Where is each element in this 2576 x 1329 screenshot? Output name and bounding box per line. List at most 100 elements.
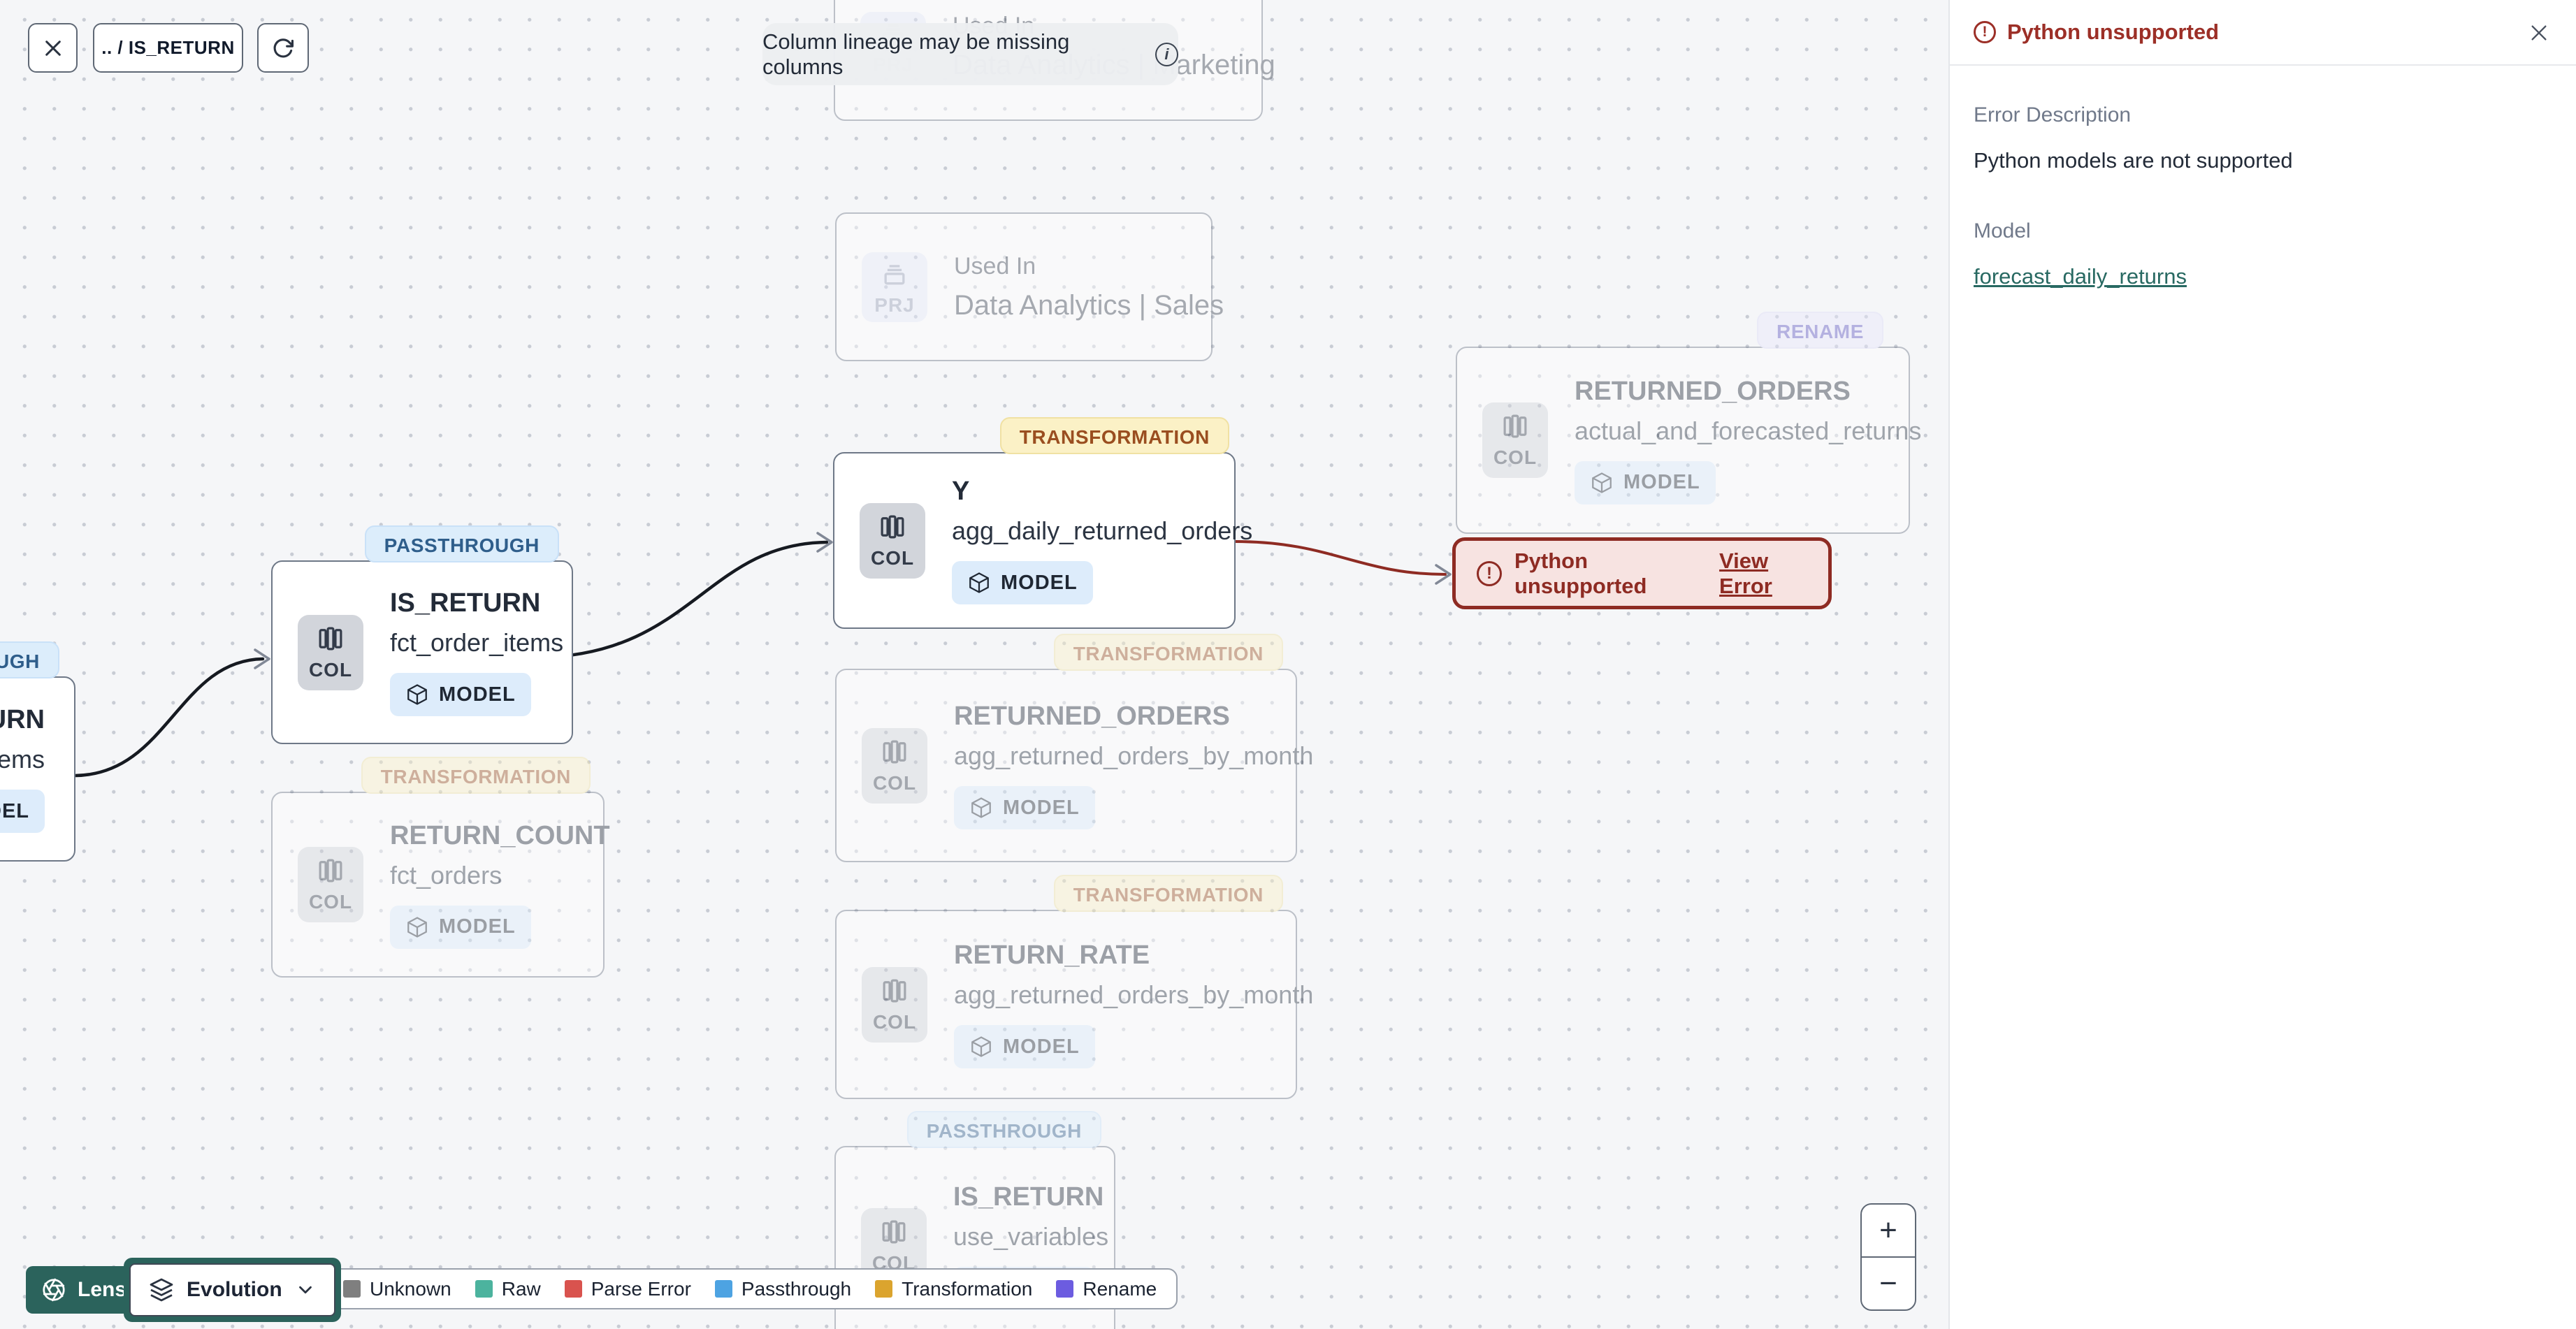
node-return-rate[interactable]: TRANSFORMATION COL RETURN_RATE agg_retur… [835, 875, 1313, 1099]
lens-selector[interactable]: Evolution [124, 1258, 341, 1322]
column-tag: COL [298, 614, 363, 690]
columns-icon [319, 627, 342, 650]
panel-body: Error Description Python models are not … [1950, 66, 2576, 327]
lineage-warning-banner: Column lineage may be missing columns i [762, 23, 1178, 85]
used-in-target: Data Analytics | Sales [954, 289, 1224, 321]
model-label: Model [1974, 219, 2031, 242]
layers-icon [150, 1278, 173, 1302]
error-details-panel: ! Python unsupported Error Description P… [1948, 0, 2576, 1329]
column-name: RETURNED_ORDERS [954, 702, 1230, 731]
legend-item-parse-error: Parse Error [564, 1278, 691, 1300]
transformation-badge: TRANSFORMATION [1053, 634, 1283, 671]
column-name: IS_RETURN [953, 1182, 1104, 1212]
transformation-badge: TRANSFORMATION [999, 417, 1229, 454]
model-name: fct_order_items [0, 745, 45, 774]
cube-icon [969, 572, 989, 593]
cube-icon [407, 684, 427, 705]
model-name: agg_daily_returned_orders [952, 516, 1253, 545]
legend-item-raw: Raw [475, 1278, 541, 1300]
column-name: RETURN_RATE [954, 941, 1150, 970]
column-name: IS_RETURN [390, 588, 541, 618]
legend-swatch [343, 1280, 361, 1298]
passthrough-badge: PASSTHROUGH [906, 1111, 1101, 1148]
model-name: agg_returned_orders_by_month [954, 741, 1314, 770]
columns-icon [319, 859, 342, 883]
model-chip: MODEL [1575, 460, 1716, 504]
panel-close-button[interactable] [2521, 15, 2556, 50]
model-name: fct_orders [390, 860, 502, 889]
model-name: actual_and_forecasted_returns [1575, 416, 1922, 445]
view-error-link[interactable]: View Error [1719, 549, 1807, 599]
cube-icon [1592, 472, 1612, 493]
refresh-button[interactable] [257, 23, 309, 73]
model-chip: MODEL [390, 673, 531, 716]
passthrough-badge: PASSTHROUGH [364, 525, 559, 562]
cube-icon [971, 1036, 991, 1057]
model-name: fct_order_items [390, 628, 564, 657]
rename-badge: RENAME [1757, 312, 1883, 349]
legend-swatch [1056, 1280, 1074, 1298]
zoom-controls: + − [1860, 1203, 1916, 1311]
alert-circle-icon: ! [1477, 560, 1502, 586]
error-description-label: Error Description [1974, 103, 2132, 126]
error-node-label: Python unsupported [1514, 548, 1647, 598]
columns-icon [881, 515, 904, 538]
model-chip: MODEL [0, 790, 45, 833]
aperture-icon [43, 1278, 65, 1302]
transformation-badge: TRANSFORMATION [361, 757, 591, 794]
project-icon [884, 264, 905, 284]
panel-title: Python unsupported [2007, 20, 2220, 44]
legend-item-rename: Rename [1056, 1278, 1157, 1300]
model-name: agg_returned_orders_by_month [954, 980, 1314, 1009]
node-is-return-fct-order-items[interactable]: PASSTHROUGH COL IS_RETURN fct_order_item… [271, 525, 573, 744]
node-returned-orders-rename[interactable]: RENAME COL RETURNED_ORDERS actual_and_fo… [1456, 312, 1921, 534]
transformation-badge: TRANSFORMATION [1053, 875, 1283, 912]
legend-swatch [714, 1280, 732, 1298]
legend-item-unknown: Unknown [343, 1278, 451, 1300]
banner-text: Column lineage may be missing columns [762, 29, 1070, 79]
passthrough-badge: PASSTHROUGH [0, 641, 59, 678]
model-link[interactable]: forecast_daily_returns [1974, 264, 2187, 289]
model-chip: MODEL [954, 1025, 1095, 1068]
close-icon [2531, 25, 2547, 41]
zoom-out-button[interactable]: − [1862, 1258, 1915, 1309]
column-name: RETURNED_ORDERS [1575, 376, 1851, 406]
zoom-in-button[interactable]: + [1862, 1205, 1915, 1258]
node-used-in-sales[interactable]: PRJ Used In Data Analytics | Sales [835, 212, 1224, 361]
column-tag: COL [298, 847, 363, 922]
legend-swatch [875, 1280, 893, 1298]
lens-selected-label: Evolution [187, 1278, 282, 1301]
model-name: use_variables [953, 1221, 1109, 1251]
cube-icon [407, 916, 427, 938]
edge-type-legend: Unknown Raw Parse Error Passthrough Tran… [322, 1268, 1178, 1309]
error-node-python-unsupported[interactable]: ! Python unsupported View Error [1452, 537, 1832, 609]
close-lineage-button[interactable] [28, 23, 78, 73]
legend-swatch [475, 1280, 493, 1298]
info-icon[interactable]: i [1155, 42, 1178, 66]
column-tag: COL [862, 727, 927, 804]
chevron-down-icon [298, 1286, 312, 1294]
cube-icon [971, 797, 991, 818]
legend-item-passthrough: Passthrough [714, 1278, 851, 1300]
breadcrumb[interactable]: .. / IS_RETURN [93, 23, 243, 73]
node-returned-orders-by-month[interactable]: TRANSFORMATION COL RETURNED_ORDERS agg_r… [835, 634, 1313, 862]
legend-item-transformation: Transformation [875, 1278, 1032, 1300]
model-chip: MODEL [954, 786, 1095, 829]
column-tag: COL [862, 966, 927, 1043]
error-description-value: Python models are not supported [1974, 148, 2293, 173]
used-in-label: Used In [954, 252, 1036, 279]
column-tag: COL [860, 502, 925, 579]
column-name: Y [952, 477, 970, 506]
node-is-return-offscreen[interactable]: PASSTHROUGH IS_RETURN fct_order_items MO… [0, 641, 75, 862]
node-return-count[interactable]: TRANSFORMATION COL RETURN_COUNT fct_orde… [271, 757, 610, 978]
column-tag: COL [1482, 402, 1548, 478]
lineage-canvas[interactable]: PRJ Used In Data Analytics | Marketing P… [0, 0, 1948, 1329]
node-agg-daily-returned-orders[interactable]: TRANSFORMATION COL Y agg_daily_returned_… [833, 417, 1252, 629]
legend-swatch [564, 1280, 582, 1298]
refresh-icon [273, 38, 294, 57]
column-name: IS_RETURN [0, 705, 45, 734]
model-chip: MODEL [952, 561, 1093, 604]
project-tag: PRJ [862, 252, 927, 322]
columns-icon [1503, 414, 1527, 438]
columns-icon [883, 740, 906, 763]
